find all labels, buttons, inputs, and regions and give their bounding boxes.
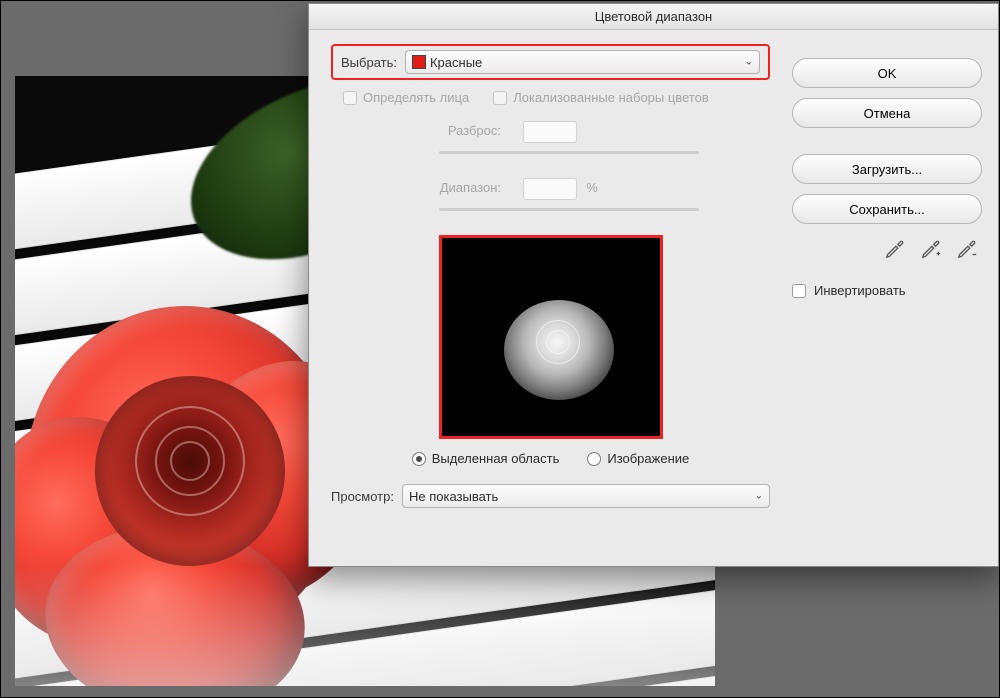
invert-label: Инвертировать [814, 283, 906, 298]
color-swatch-icon [412, 55, 426, 69]
range-input [523, 178, 577, 200]
eyedropper-icon[interactable] [884, 238, 906, 263]
fuzziness-slider [439, 151, 699, 154]
radio-image[interactable] [587, 452, 601, 466]
dialog-title: Цветовой диапазон [309, 4, 998, 30]
localized-clusters-checkbox [493, 91, 507, 105]
preview-mode-label: Просмотр: [331, 489, 394, 504]
localized-clusters-label: Локализованные наборы цветов [513, 90, 709, 105]
select-row: Выбрать: Красные ⌄ [331, 44, 770, 80]
eyedropper-minus-icon[interactable] [956, 238, 978, 263]
radio-image-label: Изображение [607, 451, 689, 466]
ok-button[interactable]: OK [792, 58, 982, 88]
select-color-dropdown[interactable]: Красные ⌄ [405, 50, 760, 74]
load-button[interactable]: Загрузить... [792, 154, 982, 184]
range-unit: % [586, 180, 598, 195]
preview-mode-dropdown[interactable]: Не показывать ⌄ [402, 484, 770, 508]
radio-selection-label: Выделенная область [432, 451, 560, 466]
cancel-button[interactable]: Отмена [792, 98, 982, 128]
preview-highlight [439, 235, 663, 439]
detect-faces-label: Определять лица [363, 90, 469, 105]
range-slider [439, 208, 699, 211]
detect-faces-checkbox [343, 91, 357, 105]
select-label: Выбрать: [341, 55, 397, 70]
selection-preview[interactable] [442, 238, 660, 436]
preview-mode-value: Не показывать [409, 489, 498, 504]
radio-selection[interactable] [412, 452, 426, 466]
chevron-down-icon: ⌄ [745, 57, 753, 68]
fuzziness-input [523, 121, 577, 143]
invert-checkbox[interactable] [792, 284, 806, 298]
fuzziness-block: Разброс: [381, 121, 770, 154]
save-button[interactable]: Сохранить... [792, 194, 982, 224]
fuzziness-label: Разброс: [381, 123, 501, 138]
select-color-value: Красные [430, 55, 482, 70]
eyedropper-plus-icon[interactable] [920, 238, 942, 263]
chevron-down-icon: ⌄ [755, 491, 763, 502]
range-label: Диапазон: [381, 180, 501, 195]
color-range-dialog: Цветовой диапазон Выбрать: Красные ⌄ Опр… [308, 3, 999, 567]
range-block: Диапазон: % [381, 178, 770, 211]
